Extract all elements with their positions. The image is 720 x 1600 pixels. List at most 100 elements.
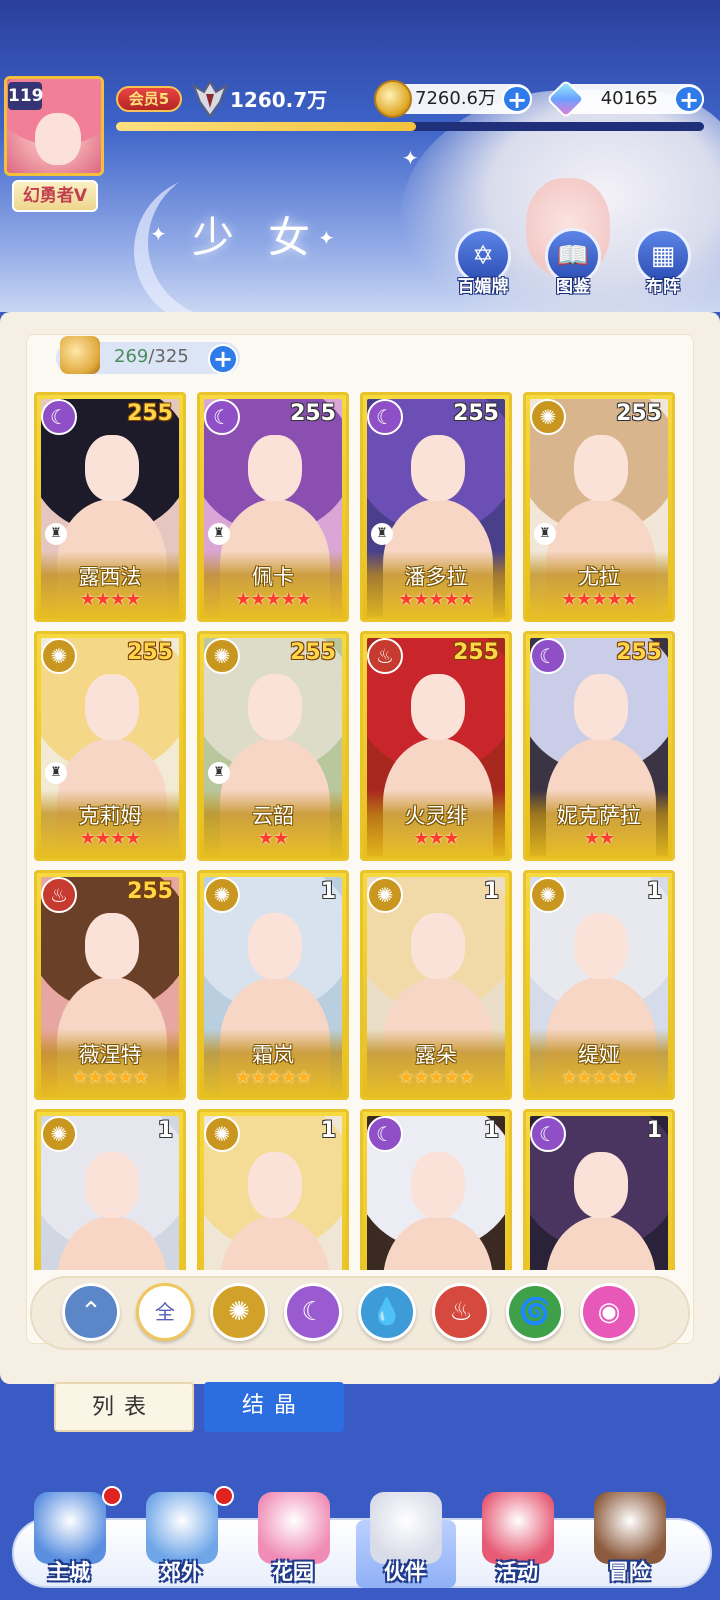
nav-icon <box>482 1492 554 1564</box>
nav-label: 郊外 <box>160 1560 202 1584</box>
character-level: 255 <box>453 401 499 426</box>
character-level: 255 <box>453 640 499 665</box>
character-name: 薇涅特 <box>78 1043 142 1067</box>
nav-item-2[interactable]: 花园 <box>238 1484 348 1596</box>
star-rating: ★★★★★ <box>398 1067 475 1088</box>
sparkle-icon: ✦ <box>402 146 419 170</box>
character-card[interactable]: ✺ 255 ♜ 尤拉 ★★★★★ <box>523 392 675 622</box>
character-name: 尤拉 <box>578 565 620 589</box>
character-level: 255 <box>290 401 336 426</box>
character-level: 255 <box>616 640 662 665</box>
formation-rook-icon: ♜ <box>208 762 230 784</box>
vip-badge[interactable]: 会员5 <box>116 86 182 112</box>
star-rating: ★★★★★ <box>235 1067 312 1088</box>
filter-wind-button[interactable]: 🌀 <box>506 1283 564 1341</box>
nav-label: 活动 <box>496 1560 538 1584</box>
notification-dot <box>214 1486 234 1506</box>
nav-icon <box>258 1492 330 1564</box>
formation-rook-icon: ♜ <box>534 523 556 545</box>
character-level: 1 <box>646 879 662 904</box>
sparkle-icon: ✦ <box>150 222 167 246</box>
fire-element-icon: ♨ <box>367 638 403 674</box>
header-banner: ✦ ✦ ✦ <box>0 0 720 312</box>
codex-button[interactable]: 📖 图鉴 <box>538 228 608 304</box>
sun-element-icon: ✺ <box>204 638 240 674</box>
nav-icon <box>370 1492 442 1564</box>
character-card[interactable]: ✺ 255 ♜ 云韶 ★★ <box>197 631 349 861</box>
filter-charm-button[interactable]: ◉ <box>580 1283 638 1341</box>
filter-sun-button[interactable]: ✺ <box>210 1283 268 1341</box>
nav-icon <box>146 1492 218 1564</box>
filter-wing-button[interactable]: ⌃ <box>62 1283 120 1341</box>
tab-crystal[interactable]: 结晶 <box>204 1382 344 1432</box>
nav-item-5[interactable]: 冒险 <box>574 1484 684 1596</box>
nav-item-4[interactable]: 活动 <box>462 1484 572 1596</box>
character-grid: ☾ 255 ♜ 露西法 ★★★★ ☾ 255 ♜ 佩卡 ★★★★★ ☾ 255 ♜ 潘多拉 ★★★★★ ✺ 25… <box>34 392 686 1270</box>
moon-element-icon: ☾ <box>367 1116 403 1152</box>
nav-item-3[interactable]: 伙伴 <box>350 1484 460 1596</box>
gold-coin-icon <box>374 80 412 118</box>
character-card[interactable]: ♨ 255 薇涅特 ★★★★★ <box>34 870 186 1100</box>
moon-element-icon: ☾ <box>530 1116 566 1152</box>
character-card[interactable]: ☾ 255 ♜ 潘多拉 ★★★★★ <box>360 392 512 622</box>
baimei-card-button[interactable]: ✡ 百媚牌 <box>448 228 518 304</box>
character-level: 1 <box>320 879 336 904</box>
character-level: 1 <box>483 879 499 904</box>
sun-element-icon: ✺ <box>41 1116 77 1152</box>
filter-water-button[interactable]: 💧 <box>358 1283 416 1341</box>
character-card[interactable]: ✺ 1 霜岚 ★★★★★ <box>197 870 349 1100</box>
add-gold-button[interactable]: + <box>502 85 532 113</box>
sun-element-icon: ✺ <box>367 877 403 913</box>
character-card[interactable]: ✺ 1 <box>34 1109 186 1270</box>
character-card[interactable]: ✺ 1 <box>197 1109 349 1270</box>
star-rating: ★★★★★ <box>398 589 475 610</box>
character-name: 云韶 <box>252 804 294 828</box>
star-rating: ★★★★ <box>79 589 142 610</box>
character-card[interactable]: ♨ 255 火灵绯 ★★★ <box>360 631 512 861</box>
nav-item-1[interactable]: 郊外 <box>126 1484 236 1596</box>
star-rating: ★★ <box>583 828 615 849</box>
character-card[interactable]: ☾ 255 ♜ 佩卡 ★★★★★ <box>197 392 349 622</box>
star-rating: ★★★★★ <box>561 1067 638 1088</box>
character-card[interactable]: ✺ 1 缇娅 ★★★★★ <box>523 870 675 1100</box>
formation-rook-icon: ♜ <box>208 523 230 545</box>
filter-moon-button[interactable]: ☾ <box>284 1283 342 1341</box>
sun-element-icon: ✺ <box>204 877 240 913</box>
character-card[interactable]: ☾ 1 <box>523 1109 675 1270</box>
character-name: 克莉姆 <box>78 804 142 828</box>
character-level: 255 <box>290 640 336 665</box>
bottom-nav: 主城 郊外 花园 伙伴 活动 冒险 <box>0 1484 720 1600</box>
formation-button[interactable]: ▦ 布阵 <box>628 228 698 304</box>
player-title-badge[interactable]: 幻勇者V <box>12 180 98 212</box>
star-rating: ★★★ <box>413 828 459 849</box>
bag-icon <box>60 336 100 374</box>
filter-all-button[interactable]: 全 <box>136 1283 194 1341</box>
expand-roster-button[interactable]: + <box>208 344 238 374</box>
character-level: 1 <box>483 1118 499 1143</box>
add-gem-button[interactable]: + <box>674 85 704 113</box>
page-title: 少女 <box>192 213 345 262</box>
nav-label: 主城 <box>48 1560 90 1584</box>
fire-element-icon: ♨ <box>41 877 77 913</box>
character-card[interactable]: ✺ 255 ♜ 克莉姆 ★★★★ <box>34 631 186 861</box>
character-name: 妮克萨拉 <box>557 804 641 828</box>
nav-item-0[interactable]: 主城 <box>14 1484 124 1596</box>
filter-fire-button[interactable]: ♨ <box>432 1283 490 1341</box>
gem-value: 40165 <box>600 88 658 109</box>
nav-label: 伙伴 <box>384 1560 426 1584</box>
gold-resource: 7260.6万 + <box>374 80 532 118</box>
moon-element-icon: ☾ <box>530 638 566 674</box>
star-rating: ★★★★★ <box>235 589 312 610</box>
character-card[interactable]: ☾ 1 <box>360 1109 512 1270</box>
tab-list[interactable]: 列表 <box>54 1382 194 1432</box>
star-rating: ★★ <box>257 828 289 849</box>
character-name: 火灵绯 <box>404 804 468 828</box>
character-card[interactable]: ✺ 1 露朵 ★★★★★ <box>360 870 512 1100</box>
character-card[interactable]: ☾ 255 妮克萨拉 ★★ <box>523 631 675 861</box>
formation-rook-icon: ♜ <box>45 523 67 545</box>
roster-count: 269/325 <box>114 346 189 367</box>
character-card[interactable]: ☾ 255 ♜ 露西法 ★★★★ <box>34 392 186 622</box>
nav-label: 花园 <box>272 1560 314 1584</box>
character-level: 255 <box>127 640 173 665</box>
formation-rook-icon: ♜ <box>45 762 67 784</box>
